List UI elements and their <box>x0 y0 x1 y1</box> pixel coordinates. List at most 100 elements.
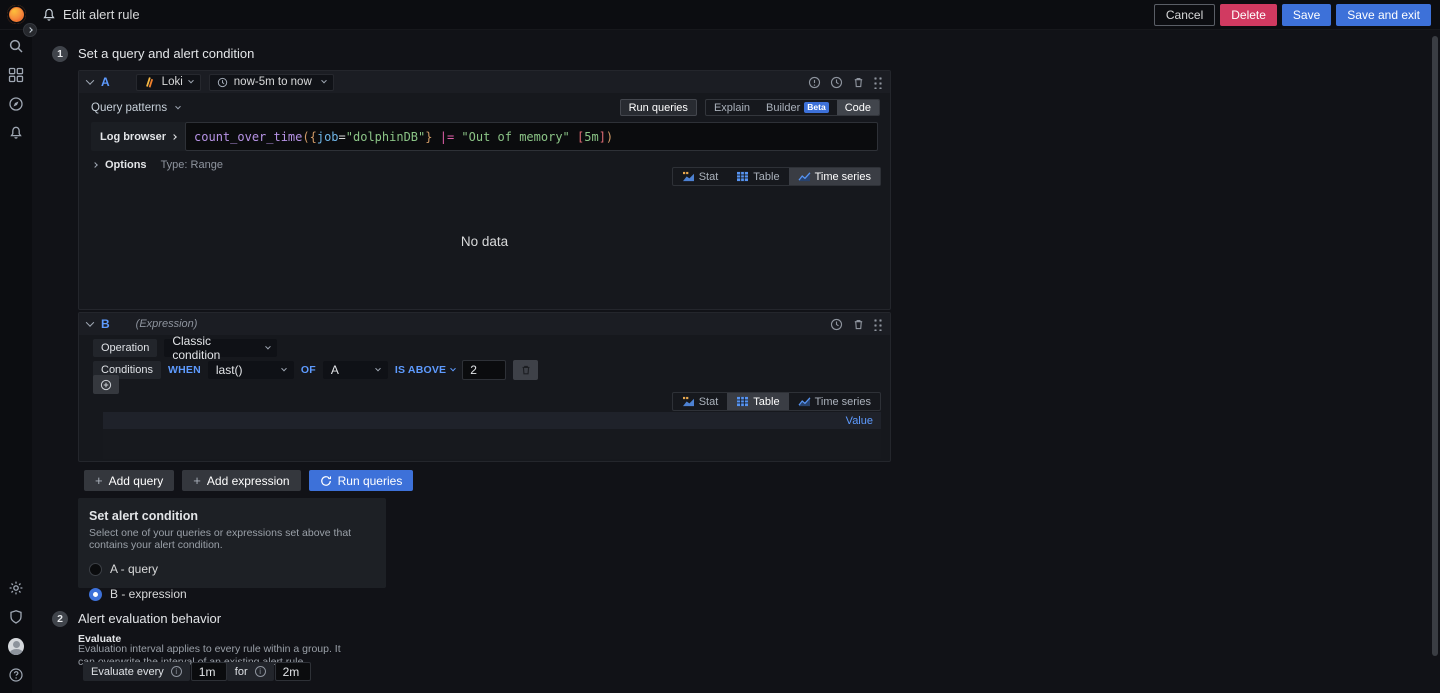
reducer-function-select[interactable]: last() <box>207 361 294 379</box>
time-range-value: now-5m to now <box>233 76 312 88</box>
no-data-message: No data <box>460 234 509 249</box>
time-series-view-toggle[interactable]: Time series <box>788 168 880 185</box>
operation-label: Operation <box>93 339 158 357</box>
grafana-logo[interactable] <box>0 5 32 24</box>
chevron-down-icon <box>175 103 181 109</box>
query-patterns-dropdown[interactable]: Query patterns <box>91 102 181 114</box>
query-history-clock-icon[interactable] <box>829 75 843 89</box>
of-keyword: OF <box>300 364 316 376</box>
time-range-picker[interactable]: now-5m to now <box>208 73 334 91</box>
expand-sidebar-button[interactable] <box>23 23 37 37</box>
datasource-picker[interactable]: Loki <box>135 73 201 91</box>
user-avatar[interactable] <box>8 637 24 655</box>
time-series-icon <box>798 172 811 182</box>
loki-logo-icon <box>145 76 153 88</box>
code-toggle[interactable]: Code <box>836 100 879 115</box>
log-browser-button[interactable]: Log browser <box>91 122 186 151</box>
delete-button[interactable]: Delete <box>1220 3 1277 26</box>
query-code-input[interactable]: count_over_time({job = "dolphinDB"} |= "Ou… <box>185 122 878 151</box>
stat-view-toggle[interactable]: Stat <box>673 393 728 410</box>
condition-card-title: Set alert condition <box>89 509 199 523</box>
time-series-view-toggle[interactable]: Time series <box>789 393 880 410</box>
table-view-toggle[interactable]: Table <box>727 168 788 185</box>
condition-option-a-query[interactable]: A - query <box>89 562 375 576</box>
save-and-exit-button[interactable]: Save and exit <box>1336 3 1431 26</box>
result-table-body <box>103 429 881 459</box>
add-expression-button[interactable]: + Add expression <box>182 470 301 491</box>
delete-condition-button[interactable] <box>513 360 539 380</box>
plus-icon: + <box>193 473 201 488</box>
help-icon[interactable] <box>8 667 24 683</box>
save-button[interactable]: Save <box>1281 3 1332 26</box>
collapse-expression-b-icon[interactable] <box>85 318 95 327</box>
condition-card-description: Select one of your queries or expression… <box>89 527 352 551</box>
settings-gear-icon[interactable] <box>8 580 24 596</box>
explain-toggle[interactable]: Explain <box>706 100 758 115</box>
evaluate-every-label: Evaluate every i <box>83 662 190 681</box>
conditions-row: Conditions WHEN last() OF A IS ABOVE <box>93 360 890 380</box>
sync-icon <box>320 475 331 486</box>
chevron-down-icon <box>450 365 457 372</box>
run-queries-inline-button[interactable]: Run queries <box>619 99 697 116</box>
table-icon <box>737 171 749 182</box>
expression-history-clock-icon[interactable] <box>829 317 843 331</box>
editor-mode-toggle: Explain Builder Beta Code <box>704 99 880 116</box>
scrollbar-thumb[interactable] <box>1432 36 1438 656</box>
alerting-bell-icon[interactable] <box>8 125 24 141</box>
value-column-header[interactable]: Value <box>846 415 873 427</box>
query-a-header: A Loki now-5m to now <box>79 71 890 93</box>
left-sidebar <box>0 30 32 693</box>
threshold-input[interactable] <box>462 360 507 380</box>
run-queries-button[interactable]: Run queries <box>308 470 414 491</box>
drag-handle[interactable] <box>873 75 882 89</box>
builder-toggle[interactable]: Builder Beta <box>758 100 837 115</box>
info-icon[interactable]: i <box>170 666 182 677</box>
chevron-down-icon <box>281 365 287 372</box>
bell-icon <box>41 7 57 23</box>
add-query-button[interactable]: + Add query <box>84 470 175 491</box>
cancel-button[interactable]: Cancel <box>1153 3 1216 26</box>
admin-shield-icon[interactable] <box>8 609 24 625</box>
stat-view-toggle[interactable]: Stat <box>673 168 728 185</box>
clock-icon <box>217 77 227 87</box>
chevron-right-icon <box>92 162 98 168</box>
chevron-down-icon <box>320 77 327 84</box>
time-series-icon <box>798 397 811 407</box>
add-condition-button[interactable] <box>93 375 119 394</box>
chevron-down-icon <box>187 77 194 84</box>
table-view-toggle[interactable]: Table <box>727 393 789 410</box>
drag-handle[interactable] <box>873 317 882 331</box>
delete-query-trash-icon[interactable] <box>851 75 865 89</box>
plus-icon: + <box>95 473 103 488</box>
evaluate-every-input[interactable] <box>190 662 227 681</box>
operation-select[interactable]: Classic condition <box>164 334 278 362</box>
step-1-number: 1 <box>52 46 68 62</box>
info-icon[interactable]: i <box>254 666 266 677</box>
main-content: 1 Set a query and alert condition A Loki… <box>32 30 1440 693</box>
comparator-dropdown[interactable]: IS ABOVE <box>395 364 457 376</box>
trash-icon <box>522 365 530 375</box>
delete-expression-trash-icon[interactable] <box>851 317 865 331</box>
explore-compass-icon[interactable] <box>8 96 24 112</box>
expression-b-header: B (Expression) <box>79 313 890 335</box>
page-title: Edit alert rule <box>63 7 140 22</box>
collapse-query-a-icon[interactable] <box>85 76 95 85</box>
expression-b-panel: B (Expression) Operation Classic conditi… <box>78 312 891 462</box>
query-actions: + Add query + Add expression Run queries <box>84 470 414 491</box>
query-ref-select[interactable]: A <box>322 361 388 379</box>
for-input[interactable] <box>274 662 311 681</box>
stat-icon <box>682 171 694 182</box>
for-label: for i <box>226 662 274 681</box>
radio-icon <box>89 587 102 601</box>
scrollbar-track[interactable] <box>1431 32 1438 691</box>
dashboards-icon[interactable] <box>8 67 24 83</box>
options-toggle[interactable]: Options <box>105 159 147 171</box>
step-1-title: Set a query and alert condition <box>78 46 255 61</box>
step-2-number: 2 <box>52 611 68 627</box>
step-2-title: Alert evaluation behavior <box>78 611 222 626</box>
query-a-panel: A Loki now-5m to now Query patterns Run … <box>78 70 891 310</box>
beta-badge: Beta <box>804 102 829 113</box>
min-interval-info-icon[interactable] <box>807 75 821 89</box>
search-icon[interactable] <box>8 38 24 54</box>
condition-option-b-expression[interactable]: B - expression <box>89 587 375 601</box>
